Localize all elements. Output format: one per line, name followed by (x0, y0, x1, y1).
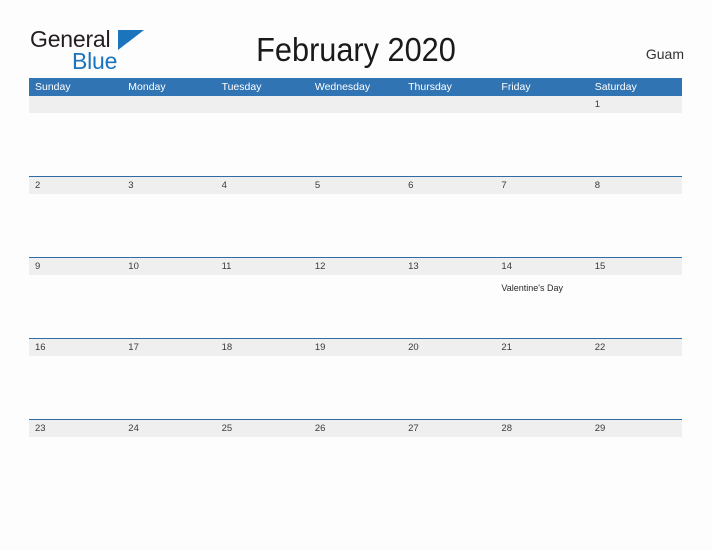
day-number-cell[interactable] (402, 96, 495, 113)
weekday-header-saturday: Saturday (594, 81, 637, 93)
location-label: Guam (645, 46, 684, 62)
day-event-cell[interactable] (309, 275, 402, 338)
day-event-cell[interactable] (589, 356, 682, 419)
day-event-cell[interactable] (402, 356, 495, 419)
calendar-week-row: 1 (29, 96, 682, 176)
day-event-cell[interactable] (589, 194, 682, 257)
day-event-cell[interactable] (216, 194, 309, 257)
day-number-cell[interactable]: 22 (589, 339, 682, 356)
day-number-cell[interactable]: 10 (122, 258, 215, 275)
day-number-cell[interactable]: 19 (309, 339, 402, 356)
day-number-cell[interactable]: 9 (29, 258, 122, 275)
day-event-cell[interactable] (122, 356, 215, 419)
week-date-band: 9 10 11 12 13 14 15 (29, 258, 682, 275)
day-number-cell[interactable]: 17 (122, 339, 215, 356)
day-event-cell[interactable] (309, 194, 402, 257)
day-number-cell[interactable]: 15 (589, 258, 682, 275)
week-date-band: 2 3 4 5 6 7 8 (29, 177, 682, 194)
day-number-cell[interactable]: 20 (402, 339, 495, 356)
calendar-week-row: 2 3 4 5 6 7 8 (29, 176, 682, 257)
day-number-cell[interactable]: 27 (402, 420, 495, 437)
day-number-cell[interactable]: 12 (309, 258, 402, 275)
week-event-band: Valentine's Day (29, 275, 682, 338)
day-number-cell[interactable]: 25 (216, 420, 309, 437)
day-event-cell[interactable] (216, 113, 309, 176)
day-number-cell[interactable]: 8 (589, 177, 682, 194)
week-date-band: 23 24 25 26 27 28 29 (29, 420, 682, 437)
day-event-cell[interactable] (495, 437, 588, 500)
day-number-cell[interactable]: 14 (495, 258, 588, 275)
page-title: February 2020 (256, 31, 456, 68)
day-event-cell[interactable] (122, 437, 215, 500)
day-number-cell[interactable]: 18 (216, 339, 309, 356)
day-number-cell[interactable]: 3 (122, 177, 215, 194)
day-number-cell[interactable]: 21 (495, 339, 588, 356)
page-header: General Blue February 2020 Guam (0, 0, 712, 78)
day-event-cell[interactable] (402, 275, 495, 338)
day-event-cell[interactable] (495, 113, 588, 176)
day-number-cell[interactable] (122, 96, 215, 113)
day-number-cell[interactable]: 1 (589, 96, 682, 113)
day-number-cell[interactable]: 6 (402, 177, 495, 194)
day-number-cell[interactable] (29, 96, 122, 113)
day-event-cell[interactable] (29, 356, 122, 419)
weekday-header-wednesday: Wednesday (314, 81, 371, 93)
week-event-band (29, 356, 682, 419)
day-number-cell[interactable]: 2 (29, 177, 122, 194)
day-number-cell[interactable]: 11 (216, 258, 309, 275)
week-event-band (29, 194, 682, 257)
weekday-header-row: Sunday Monday Tuesday Wednesday Thursday… (29, 78, 682, 96)
day-number-cell[interactable]: 16 (29, 339, 122, 356)
weekday-header-monday: Monday (128, 81, 166, 93)
day-event-cell[interactable] (216, 437, 309, 500)
weekday-header-thursday: Thursday (408, 81, 452, 93)
weekday-header-tuesday: Tuesday (221, 81, 262, 93)
day-event-cell[interactable] (122, 275, 215, 338)
week-event-band (29, 113, 682, 176)
day-event-cell[interactable] (29, 437, 122, 500)
day-event-cell[interactable] (309, 437, 402, 500)
day-number-cell[interactable]: 26 (309, 420, 402, 437)
day-number-cell[interactable]: 5 (309, 177, 402, 194)
day-event-cell[interactable] (216, 356, 309, 419)
day-number-cell[interactable] (216, 96, 309, 113)
day-event-cell[interactable] (29, 275, 122, 338)
day-number-cell[interactable]: 13 (402, 258, 495, 275)
day-event-cell[interactable]: Valentine's Day (495, 275, 588, 338)
day-event-cell[interactable] (589, 275, 682, 338)
day-event-cell[interactable] (309, 356, 402, 419)
day-event-cell[interactable] (122, 194, 215, 257)
day-event-cell[interactable] (402, 437, 495, 500)
day-event-cell[interactable] (309, 113, 402, 176)
week-date-band: 1 (29, 96, 682, 113)
day-event-cell[interactable] (402, 113, 495, 176)
week-date-band: 16 17 18 19 20 21 22 (29, 339, 682, 356)
day-number-cell[interactable]: 4 (216, 177, 309, 194)
day-event-cell[interactable] (402, 194, 495, 257)
calendar-week-row: 16 17 18 19 20 21 22 (29, 338, 682, 419)
day-event-cell[interactable] (495, 194, 588, 257)
day-event-cell[interactable] (589, 113, 682, 176)
calendar-week-row: 9 10 11 12 13 14 15 Valentine's Day (29, 257, 682, 338)
day-event-cell[interactable] (29, 113, 122, 176)
day-number-cell[interactable] (309, 96, 402, 113)
day-event-cell[interactable] (122, 113, 215, 176)
day-event-cell[interactable] (589, 437, 682, 500)
weekday-header-friday: Friday (501, 81, 531, 93)
day-number-cell[interactable]: 23 (29, 420, 122, 437)
calendar-week-row: 23 24 25 26 27 28 29 (29, 419, 682, 500)
day-number-cell[interactable]: 24 (122, 420, 215, 437)
week-event-band (29, 437, 682, 500)
day-number-cell[interactable]: 28 (495, 420, 588, 437)
day-number-cell[interactable]: 29 (589, 420, 682, 437)
calendar-grid: Sunday Monday Tuesday Wednesday Thursday… (29, 78, 682, 500)
day-event-cell[interactable] (216, 275, 309, 338)
day-number-cell[interactable]: 7 (495, 177, 588, 194)
day-event-cell[interactable] (495, 356, 588, 419)
weekday-header-sunday: Sunday (35, 81, 71, 93)
event-label: Valentine's Day (501, 283, 563, 293)
day-number-cell[interactable] (495, 96, 588, 113)
day-event-cell[interactable] (29, 194, 122, 257)
